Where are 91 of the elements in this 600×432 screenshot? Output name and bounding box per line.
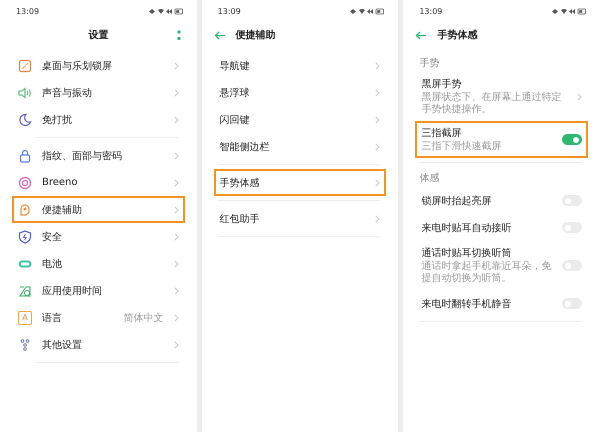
chevron-icon (577, 92, 582, 100)
setting-row[interactable]: 应用使用时间 (12, 277, 185, 304)
setting-label: 安全 (42, 230, 63, 244)
setting-label: 声音与振动 (42, 86, 93, 100)
setting-label: 智能侧边栏 (220, 140, 271, 154)
setting-label: 通话时贴耳切换听筒 (421, 246, 512, 260)
setting-row[interactable]: 智能侧边栏 (214, 133, 386, 160)
setting-row[interactable]: 指纹、面部与密码 (12, 142, 185, 169)
setting-label: 来电时贴耳自动接听 (421, 222, 512, 234)
setting-row[interactable]: Breeno (12, 169, 185, 196)
status-time: 13:09 (16, 6, 40, 16)
setting-description: 三指下滑快速截屏 (421, 141, 502, 153)
status-icons (552, 8, 586, 14)
chevron-icon (375, 214, 380, 222)
setting-row[interactable]: 安全 (12, 223, 185, 250)
chevron-icon (174, 232, 179, 240)
chevron-icon (174, 62, 179, 70)
chevron-icon (375, 62, 380, 70)
setting-label: 电池 (42, 258, 63, 270)
section-heading: 手势 (418, 56, 440, 71)
setting-row[interactable]: 声音与振动 (12, 79, 185, 106)
setting-label: 免打扰 (42, 114, 73, 126)
setting-row[interactable]: 锁屏时抬起亮屏 (415, 187, 588, 214)
setting-label: 三指截屏 (421, 126, 462, 140)
setting-row[interactable]: 黑屏手势 黑屏状态下、在屏幕上通过特定手势快捷操作。 (415, 72, 588, 121)
setting-row[interactable]: 桌面与乐划锁屏 (12, 52, 185, 79)
shield-icon (18, 230, 32, 244)
setting-row[interactable]: 红包助手 (214, 205, 386, 232)
chevron-icon (174, 178, 179, 186)
ring-icon (18, 176, 32, 190)
setting-row[interactable]: 来电时贴耳自动接听 (415, 214, 588, 241)
dots-icon (18, 338, 32, 352)
setting-row[interactable]: 悬浮球 (214, 79, 386, 106)
status-icons (350, 8, 384, 14)
setting-row[interactable]: 其他设置 (12, 331, 185, 358)
setting-label: Breeno (42, 177, 79, 188)
chevron-icon (174, 116, 179, 124)
chevron-icon (174, 340, 179, 348)
chevron-icon (375, 178, 380, 186)
back-icon[interactable] (214, 30, 226, 40)
highlighted-setting-row[interactable]: 手势体感 (214, 169, 386, 196)
highlighted-setting-row[interactable]: 便捷辅助 (12, 196, 185, 223)
back-icon[interactable] (415, 30, 428, 40)
chevron-icon (174, 314, 179, 322)
chevron-icon (174, 206, 179, 214)
setting-row[interactable]: A 语言 简体中文 (12, 304, 185, 331)
setting-label: 指纹、面部与密码 (42, 150, 123, 162)
chevron-icon (174, 260, 179, 268)
chevron-icon (375, 116, 380, 124)
speaker-icon (18, 86, 32, 100)
setting-label: 桌面与乐划锁屏 (42, 60, 113, 72)
screen-title: 设置 (88, 28, 108, 42)
frame-icon (18, 58, 32, 72)
setting-row[interactable]: 电池 (12, 250, 185, 277)
more-icon[interactable] (176, 30, 181, 41)
moon-icon (18, 112, 32, 126)
status-time: 13:09 (218, 6, 241, 16)
status-icons (148, 8, 183, 14)
setting-label: 来电时翻转手机静音 (421, 298, 512, 310)
setting-label: 语言 (42, 312, 63, 324)
setting-row[interactable]: 来电时翻转手机静音 (415, 290, 588, 317)
setting-label: 手势体感 (220, 176, 261, 190)
setting-description: 黑屏状态下、在屏幕上通过特定手势快捷操作。 (421, 92, 562, 116)
setting-label: 黑屏手势 (421, 78, 462, 91)
chevron-icon (375, 142, 380, 150)
highlighted-setting-row[interactable]: 三指截屏 三指下滑快速截屏 (415, 121, 588, 158)
setting-row[interactable]: 通话时贴耳切换听筒 通话时拿起手机靠近耳朵，免提自动切换为听筒。 (415, 241, 588, 290)
setting-value: 简体中文 (124, 312, 164, 324)
toggle-switch[interactable] (562, 134, 582, 145)
chevron-icon (174, 152, 179, 160)
chevron-icon (174, 286, 179, 294)
setting-label: 应用使用时间 (42, 284, 103, 298)
chevron-icon (375, 88, 380, 96)
setting-label: 便捷辅助 (42, 204, 83, 216)
setting-label: 其他设置 (42, 338, 83, 352)
screen-title: 手势体感 (437, 28, 478, 42)
setting-row[interactable]: 免打扰 (12, 106, 185, 133)
setting-label: 锁屏时抬起亮屏 (421, 194, 492, 208)
screen-title: 便捷辅助 (236, 28, 276, 42)
status-time: 13:09 (419, 6, 442, 16)
setting-row[interactable]: 闪回键 (214, 106, 386, 133)
lock-icon (18, 148, 32, 162)
setting-label: 悬浮球 (220, 86, 251, 100)
setting-row[interactable]: 导航键 (214, 52, 386, 79)
setting-label: 导航键 (220, 60, 251, 72)
chevron-icon (174, 88, 179, 96)
section-heading: 体感 (418, 172, 440, 186)
setting-description: 通话时拿起手机靠近耳朵，免提自动切换为听筒。 (421, 261, 552, 285)
language-icon: A (18, 310, 32, 324)
setting-label: 红包助手 (220, 212, 261, 226)
setting-label: 闪回键 (220, 114, 251, 126)
